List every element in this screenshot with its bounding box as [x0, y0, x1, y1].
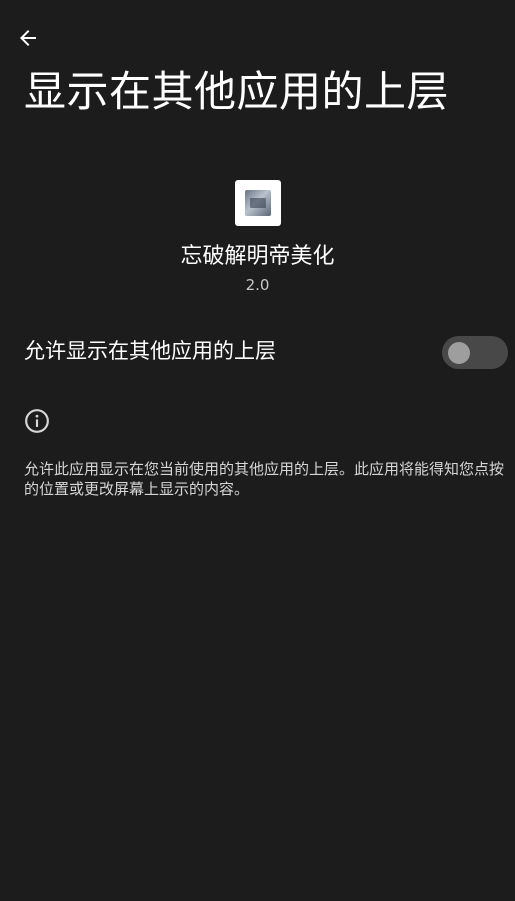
overlay-permission-setting[interactable]: 允许显示在其他应用的上层: [0, 322, 515, 382]
toggle-thumb: [448, 341, 470, 364]
app-icon: [234, 180, 281, 226]
app-version: 2.0: [245, 276, 270, 294]
app-name: 忘破解明帝美化: [180, 244, 335, 269]
back-button[interactable]: [8, 18, 48, 58]
setting-label: 允许显示在其他应用的上层: [24, 339, 276, 363]
page-title: 显示在其他应用的上层: [24, 67, 450, 116]
app-icon-image: [244, 190, 271, 216]
arrow-back-icon: [20, 30, 36, 46]
info-description: 允许此应用显示在您当前使用的其他应用的上层。此应用将能得知您点按的位置或更改屏幕…: [24, 460, 505, 498]
overlay-permission-toggle[interactable]: [442, 336, 508, 369]
info-icon: [25, 409, 49, 433]
app-header: 忘破解明帝美化 2.0: [0, 180, 515, 296]
